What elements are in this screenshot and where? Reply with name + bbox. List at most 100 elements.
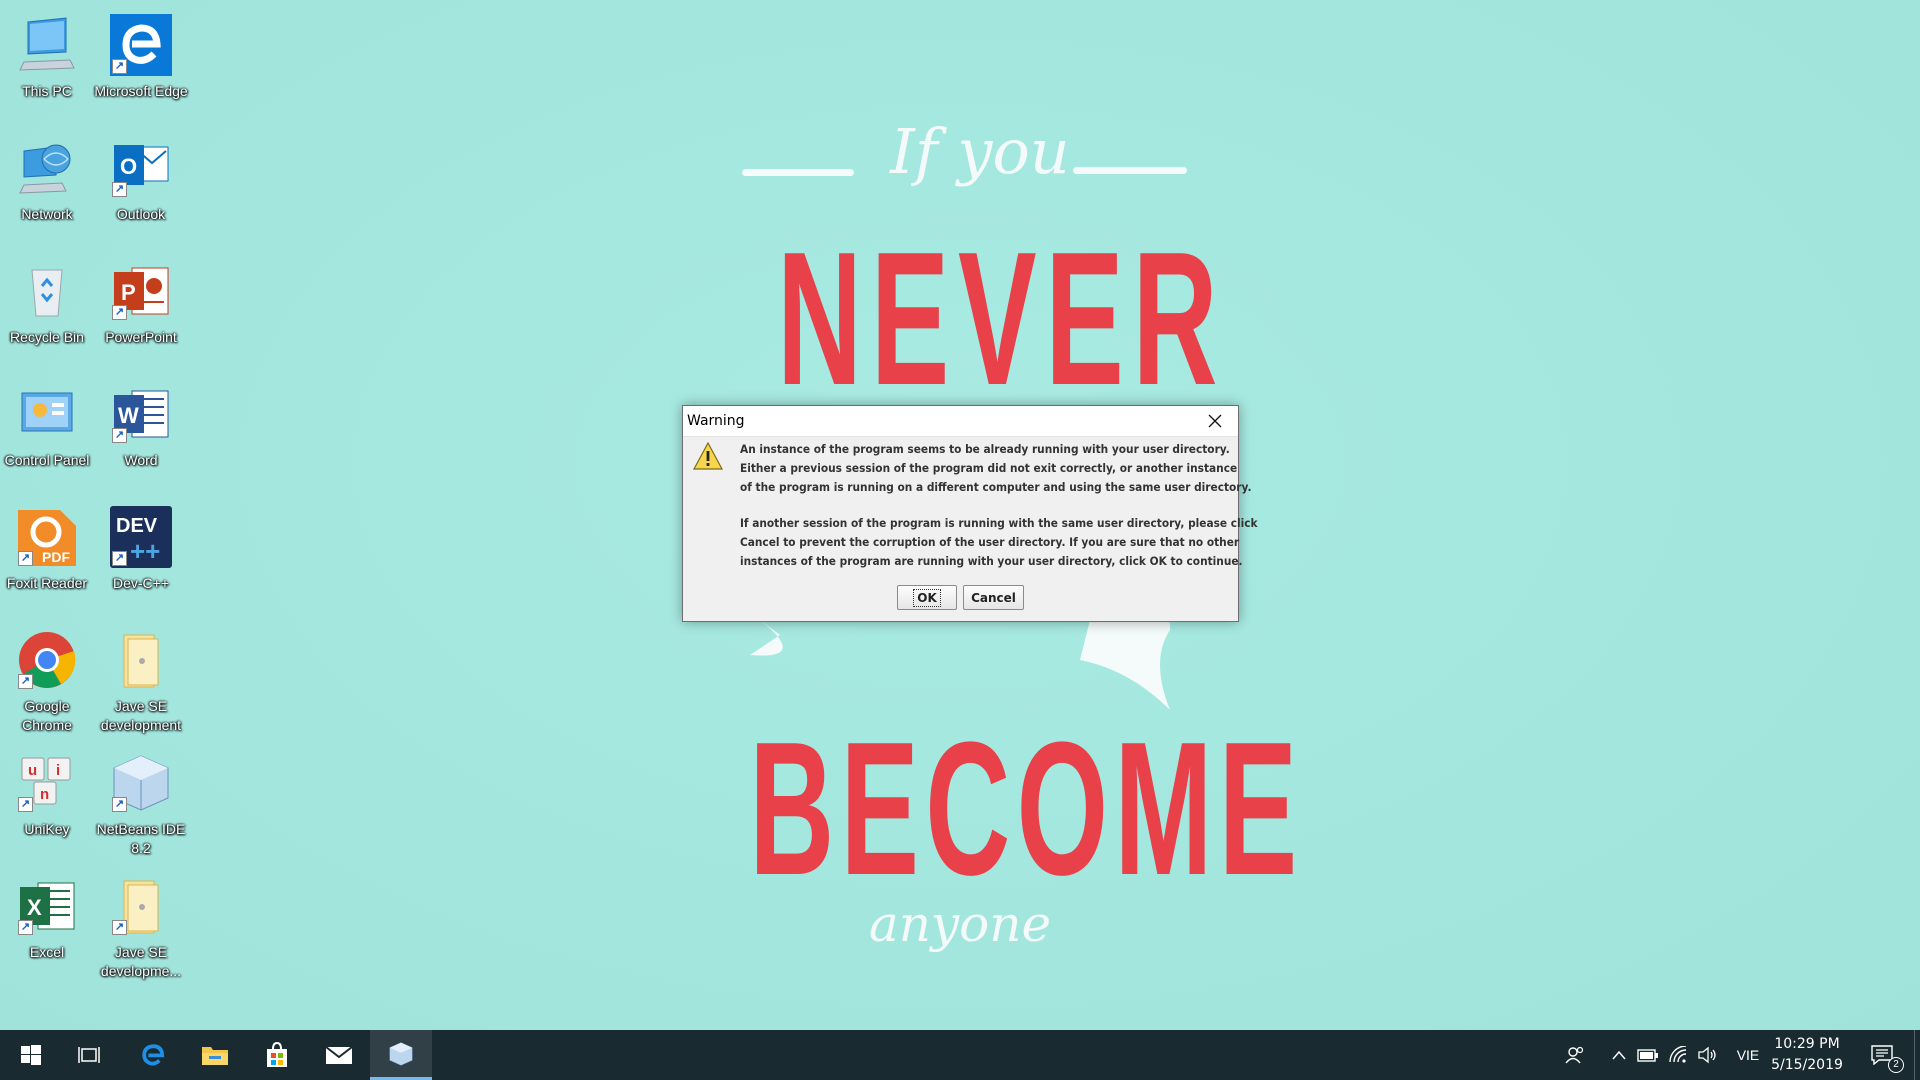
task-view-icon [78, 1047, 100, 1063]
powerpoint-letter: P [121, 280, 136, 305]
desktop-icon-dev-cpp[interactable]: DEV ++ ↗ Dev-C++ [94, 500, 188, 618]
desktop-icon-label: Word [124, 452, 158, 468]
people-icon [1565, 1046, 1584, 1064]
volume-button[interactable] [1694, 1030, 1722, 1080]
word-icon: W ↗ [110, 383, 172, 445]
cancel-button[interactable]: Cancel [963, 585, 1024, 610]
taskbar-file-explorer-button[interactable] [184, 1030, 246, 1080]
notification-count-badge: 2 [1888, 1057, 1904, 1073]
chrome-icon: ↗ [16, 629, 78, 691]
dialog-message-line: Either a previous session of the program… [740, 461, 1238, 475]
unikey-i-text: i [56, 762, 60, 779]
desktop-icon-excel[interactable]: X ↗ Excel [0, 869, 94, 987]
start-button[interactable] [0, 1030, 62, 1080]
desktop-icon-label: Control Panel [4, 452, 90, 468]
volume-icon [1698, 1046, 1716, 1064]
unikey-icon: u i n ↗ [16, 752, 78, 814]
chevron-up-icon [1612, 1050, 1626, 1060]
desktop-icon-label: Microsoft Edge [94, 83, 188, 99]
desktop-icon-recycle-bin[interactable]: Recycle Bin [0, 254, 94, 372]
start-icon [21, 1045, 41, 1065]
desktop-icon-label: Foxit Reader [6, 575, 88, 591]
desktop-icon-label: Google Chrome [22, 698, 72, 733]
dialog-titlebar[interactable]: Warning [683, 406, 1238, 437]
people-button[interactable] [1560, 1030, 1590, 1080]
desktop-icon-powerpoint[interactable]: P ↗ PowerPoint [94, 254, 188, 372]
desktop-icon-google-chrome[interactable]: ↗ Google Chrome [0, 623, 94, 741]
desktop-icon-microsoft-edge[interactable]: ↗ Microsoft Edge [94, 8, 188, 126]
unikey-n-text: n [40, 786, 49, 803]
dialog-title: Warning [687, 413, 745, 429]
dialog-message-line: Cancel to prevent the corruption of the … [740, 535, 1240, 549]
pdf-badge-text: PDF [42, 549, 70, 565]
battery-button[interactable] [1634, 1030, 1662, 1080]
close-icon [1208, 414, 1222, 428]
warning-dialog: Warning An instance of the program seems… [682, 405, 1258, 622]
taskbar-store-button[interactable] [246, 1030, 308, 1080]
dev-cpp-icon: DEV ++ ↗ [110, 506, 172, 568]
desktop-icon-java-se-development-2[interactable]: ↗ Jave SE developme... [94, 869, 188, 987]
desktop-icon-label: Jave SE developme... [100, 944, 182, 979]
show-desktop-button[interactable] [1914, 1030, 1920, 1080]
foxit-reader-icon: PDF ↗ [16, 506, 78, 568]
desktop-icon-label: Dev-C++ [112, 575, 170, 591]
taskbar-clock[interactable]: 10:29 PM 5/15/2019 [1762, 1034, 1852, 1076]
edge-icon: ↗ [110, 14, 172, 76]
wallpaper-text-never: NEVER [777, 213, 1227, 425]
desktop-icon-label: NetBeans IDE 8.2 [96, 821, 186, 856]
taskbar-mail-button[interactable] [308, 1030, 370, 1080]
shortcut-arrow-icon: ↗ [112, 305, 127, 320]
file-explorer-icon [202, 1047, 228, 1065]
desktop-icon-unikey[interactable]: u i n ↗ UniKey [0, 746, 94, 864]
dialog-message-line: instances of the program are running wit… [740, 554, 1243, 568]
desktop-icon-this-pc[interactable]: This PC [0, 8, 94, 126]
input-language-label: VIE [1736, 1047, 1760, 1063]
shortcut-arrow-icon: ↗ [18, 674, 33, 689]
excel-letter: X [27, 895, 42, 920]
shortcut-arrow-icon: ↗ [112, 428, 127, 443]
desktop-icon-word[interactable]: W ↗ Word [94, 377, 188, 495]
wallpaper-text-anyone: anyone [868, 895, 1052, 953]
unikey-u-text: u [28, 762, 37, 779]
battery-icon [1637, 1049, 1658, 1062]
netbeans-icon [389, 1041, 413, 1066]
desktop-icon-label: PowerPoint [105, 329, 177, 345]
wallpaper-decor-line [742, 169, 854, 176]
network-icon [16, 137, 78, 199]
folder-icon [110, 629, 172, 691]
ok-button[interactable]: OK [897, 585, 957, 610]
recycle-bin-icon [16, 260, 78, 322]
folder-icon: ↗ [110, 875, 172, 937]
shortcut-arrow-icon: ↗ [18, 551, 33, 566]
svg-text:++: ++ [130, 536, 160, 566]
desktop-icon-outlook[interactable]: O ↗ Outlook [94, 131, 188, 249]
desktop-icon-network[interactable]: Network [0, 131, 94, 249]
shortcut-arrow-icon: ↗ [112, 551, 127, 566]
desktop-icon-foxit-reader[interactable]: PDF ↗ Foxit Reader [0, 500, 94, 618]
warning-icon [693, 442, 723, 470]
shortcut-arrow-icon: ↗ [112, 920, 127, 935]
wifi-button[interactable] [1664, 1030, 1692, 1080]
task-view-button[interactable] [58, 1030, 120, 1080]
show-hidden-icons-button[interactable] [1606, 1030, 1632, 1080]
shortcut-arrow-icon: ↗ [112, 182, 127, 197]
dev-badge-text: DEV [116, 515, 158, 537]
ok-button-label: OK [913, 588, 941, 607]
store-icon [267, 1042, 287, 1067]
desktop-icon-label: This PC [22, 83, 72, 99]
cancel-button-label: Cancel [971, 590, 1016, 605]
powerpoint-icon: P ↗ [110, 260, 172, 322]
desktop-icon-java-se-development[interactable]: Jave SE development [94, 623, 188, 741]
dialog-message-paragraph-1: An instance of the program seems to be a… [740, 440, 1251, 497]
wallpaper-text-become: BECOME [749, 703, 1304, 915]
control-panel-icon [16, 383, 78, 445]
desktop-icon-netbeans[interactable]: ↗ NetBeans IDE 8.2 [94, 746, 188, 864]
excel-icon: X ↗ [16, 875, 78, 937]
dialog-close-button[interactable] [1192, 406, 1238, 436]
dialog-message-line: If another session of the program is run… [740, 516, 1258, 530]
taskbar-edge-button[interactable] [122, 1030, 184, 1080]
this-pc-icon [16, 14, 78, 76]
desktop-icon-control-panel[interactable]: Control Panel [0, 377, 94, 495]
clock-time: 10:29 PM [1774, 1036, 1840, 1052]
taskbar-netbeans-button[interactable] [370, 1030, 432, 1080]
